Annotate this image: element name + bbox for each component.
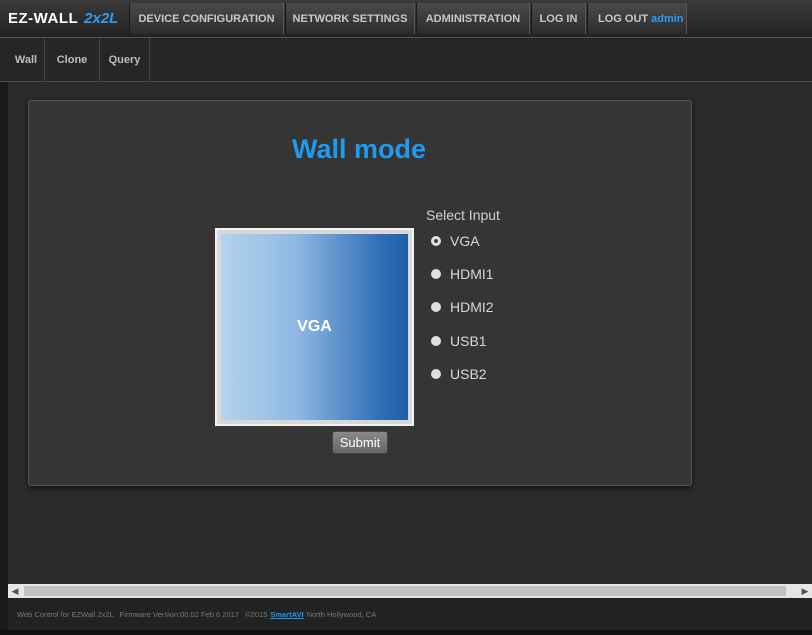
radio-button[interactable] [431,369,441,379]
smartavi-link[interactable]: SmartAVI [270,610,303,619]
submit-button[interactable]: Submit [332,431,388,454]
scrollbar-thumb[interactable] [24,586,786,596]
sub-navigation-bar: Wall Clone Query [0,38,812,82]
radio-usb2[interactable]: USB2 [431,366,487,382]
scroll-right-icon[interactable]: ▶ [798,584,812,598]
bottom-border [0,630,812,635]
horizontal-scrollbar[interactable]: ◀ ▶ [8,584,812,598]
nav-administration[interactable]: ADMINISTRATION [416,3,530,34]
select-input-label: Select Input [426,207,500,223]
logo-model: 2x2L [84,10,119,27]
footer-text: Web Control for EZWall 2x2L Firmware Ver… [17,609,268,619]
radio-usb1[interactable]: USB1 [431,333,487,349]
radio-button-checked[interactable] [431,236,441,246]
left-frame [0,82,8,630]
radio-vga[interactable]: VGA [431,233,480,249]
logo: EZ-WALL 2x2L [8,0,128,37]
display-preview: VGA [215,228,414,426]
radio-button[interactable] [431,269,441,279]
radio-label: USB2 [450,366,487,382]
radio-label: USB1 [450,333,487,349]
nav-device-configuration[interactable]: DEVICE CONFIGURATION [129,3,284,34]
top-navigation-bar: EZ-WALL 2x2L DEVICE CONFIGURATION NETWOR… [0,0,812,38]
subnav-wall[interactable]: Wall [8,38,45,81]
radio-button[interactable] [431,302,441,312]
subnav-clone[interactable]: Clone [45,38,100,81]
logo-text: EZ-WALL [8,10,79,27]
footer: Web Control for EZWall 2x2L Firmware Ver… [8,598,812,630]
username-label: admin [651,12,684,25]
scroll-left-icon[interactable]: ◀ [8,584,22,598]
radio-button[interactable] [431,336,441,346]
nav-log-out[interactable]: LOG OUT admin [587,3,687,34]
subnav-query[interactable]: Query [100,38,150,81]
page-title: Wall mode [291,134,426,164]
nav-log-in[interactable]: LOG IN [531,3,586,34]
footer-location: North Hollywood, CA [306,609,377,619]
radio-hdmi1[interactable]: HDMI1 [431,266,494,282]
nav-log-out-label: LOG OUT [598,12,649,25]
radio-label: VGA [450,233,480,249]
radio-label: HDMI2 [450,299,494,315]
display-preview-label: VGA [297,318,332,335]
radio-label: HDMI1 [450,266,494,282]
display-preview-screen: VGA [221,234,408,420]
nav-network-settings[interactable]: NETWORK SETTINGS [285,3,415,34]
radio-hdmi2[interactable]: HDMI2 [431,299,494,315]
